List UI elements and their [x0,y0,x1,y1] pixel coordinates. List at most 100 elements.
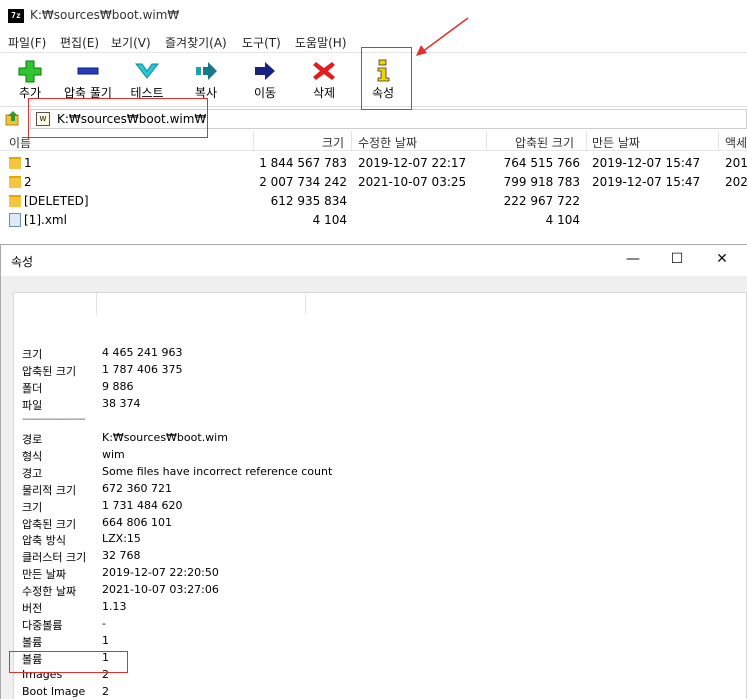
property-row[interactable]: 볼륨 1 [14,633,746,650]
property-name: 다중볼륨 [22,619,63,633]
property-name: 물리적 크기 [22,483,77,497]
property-row[interactable]: 크기 4 465 241 963 [14,345,746,362]
property-name: 버전 [22,602,43,616]
property-name: 경로 [22,432,43,446]
file-row[interactable]: [1].xml 4 104 4 104 [0,211,747,230]
delete-button[interactable]: 삭제 [294,57,354,103]
property-name: 볼륨 [22,636,43,650]
column-divider[interactable] [351,131,352,151]
file-row[interactable]: [DELETED] 612 935 834 222 967 722 [0,192,747,211]
property-value: 2019-12-07 22:20:50 [102,566,219,580]
add-button[interactable]: 추가 [0,57,60,103]
column-name[interactable]: 이름 [9,134,31,151]
property-row[interactable]: 압축 방식 LZX:15 [14,531,746,548]
property-name: 볼륨 [22,653,43,667]
column-size[interactable]: 크기 [322,134,344,151]
property-name: 압축된 크기 [22,517,77,531]
menu-tools[interactable]: 도구(T) [242,34,281,51]
property-row[interactable]: 형식 wim [14,447,746,464]
separator-line: ------------------------ [22,413,86,425]
property-value: 38 374 [102,396,141,410]
test-button[interactable]: 테스트 [117,57,177,103]
file-row[interactable]: 2 2 007 734 242 2021-10-07 03:25 799 918… [0,173,747,192]
menu-view[interactable]: 보기(V) [111,34,151,51]
property-row[interactable]: 파일 38 374 [14,396,746,413]
file-row[interactable]: 1 1 844 567 783 2019-12-07 22:17 764 515… [0,154,747,173]
close-button[interactable]: ✕ [712,251,732,267]
column-divider[interactable] [586,131,587,151]
property-row[interactable]: 수정한 날짜 2021-10-07 03:27:06 [14,582,746,599]
property-row[interactable]: 경고 Some files have incorrect reference co… [14,464,746,481]
property-row[interactable]: 압축된 크기 664 806 101 [14,515,746,532]
toolbar: 추가 압축 풀기 테스트 복사 이동 삭제 속성 [0,52,747,106]
property-row[interactable]: Boot Image 2 [14,684,746,699]
property-value: LZX:15 [102,532,141,546]
property-value: 1 787 406 375 [102,362,183,376]
property-row[interactable]: 볼륨 1 [14,650,746,667]
column-divider[interactable] [718,131,719,151]
property-value: 1 731 484 620 [102,498,183,512]
delete-x-icon [313,62,335,80]
property-value: 664 806 101 [102,515,172,529]
property-row[interactable]: Images 2 [14,667,746,684]
menu-help[interactable]: 도움말(H) [295,34,347,51]
property-name: 크기 [22,348,43,361]
property-value: 1.13 [102,600,127,614]
plus-icon [18,60,42,83]
property-name: 크기 [22,500,43,514]
app-icon: 7z [8,9,24,23]
column-accessed[interactable]: 액세 [725,134,747,151]
column-packed[interactable]: 압축된 크기 [515,134,574,151]
property-row[interactable]: 다중볼륨 - [14,616,746,633]
menu-favorites[interactable]: 즐겨찾기(A) [165,34,227,51]
property-name: 만든 날짜 [22,568,66,582]
property-value: 2 [102,685,109,698]
property-name: 압축 방식 [22,534,66,548]
menu-file[interactable]: 파일(F) [8,34,46,51]
folder-icon [9,176,21,188]
address-input[interactable]: W K:₩sources₩boot.wim₩ [30,109,747,129]
column-divider [305,293,306,315]
property-name: 클러스터 크기 [22,551,87,565]
checkmark-icon [134,63,160,79]
column-divider[interactable] [486,131,487,151]
column-divider[interactable] [253,131,254,151]
title-bar: 7z K:₩sources₩boot.wim₩ [0,0,747,32]
dialog-body: 크기 4 465 241 963 압축된 크기 1 787 406 375 폴더 9 88… [1,276,747,699]
property-value: 2021-10-07 03:27:06 [102,583,219,597]
maximize-button[interactable]: ☐ [667,251,687,267]
minimize-button[interactable]: — [623,251,643,267]
move-button[interactable]: 이동 [235,57,295,103]
menu-edit[interactable]: 편집(E) [60,34,99,51]
extract-button[interactable]: 압축 풀기 [58,57,118,103]
properties-dialog: 속성 — ☐ ✕ 크기 4 465 241 963 압축된 크기 1 787 406 … [0,244,747,699]
minus-icon [77,67,99,75]
property-row[interactable]: 만든 날짜 2019-12-07 22:20:50 [14,565,746,582]
property-row[interactable]: 버전 1.13 [14,599,746,616]
folder-up-icon[interactable] [5,110,21,126]
folder-icon [9,195,21,207]
property-row[interactable]: 압축된 크기 1 787 406 375 [14,362,746,379]
copy-arrow-icon [196,62,217,80]
window-title: K:₩sources₩boot.wim₩ [30,8,180,22]
property-separator[interactable]: ------------------------ [14,413,746,430]
folder-icon [9,157,21,169]
copy-button[interactable]: 복사 [176,57,236,103]
property-value: 672 360 721 [102,481,172,495]
property-row[interactable]: 클러스터 크기 32 768 [14,548,746,565]
column-created[interactable]: 만든 날짜 [592,134,640,151]
property-name: 경고 [22,466,43,480]
property-row[interactable]: 폴더 9 886 [14,379,746,396]
property-row[interactable]: 크기 1 731 484 620 [14,498,746,515]
properties-list[interactable]: 크기 4 465 241 963 압축된 크기 1 787 406 375 폴더 9 88… [13,292,747,699]
property-row[interactable]: 물리적 크기 672 360 721 [14,481,746,498]
address-path: K:₩sources₩boot.wim₩ [57,112,207,126]
annotation-arrow-icon [416,17,469,56]
property-name: 파일 [22,398,43,412]
column-modified[interactable]: 수정한 날짜 [358,134,417,151]
property-value: 2 [102,668,109,682]
properties-button[interactable]: 속성 [353,57,413,103]
property-row[interactable]: 경로 K:₩sources₩boot.wim [14,430,746,447]
archive-icon: W [36,112,50,126]
property-value: - [102,617,106,631]
